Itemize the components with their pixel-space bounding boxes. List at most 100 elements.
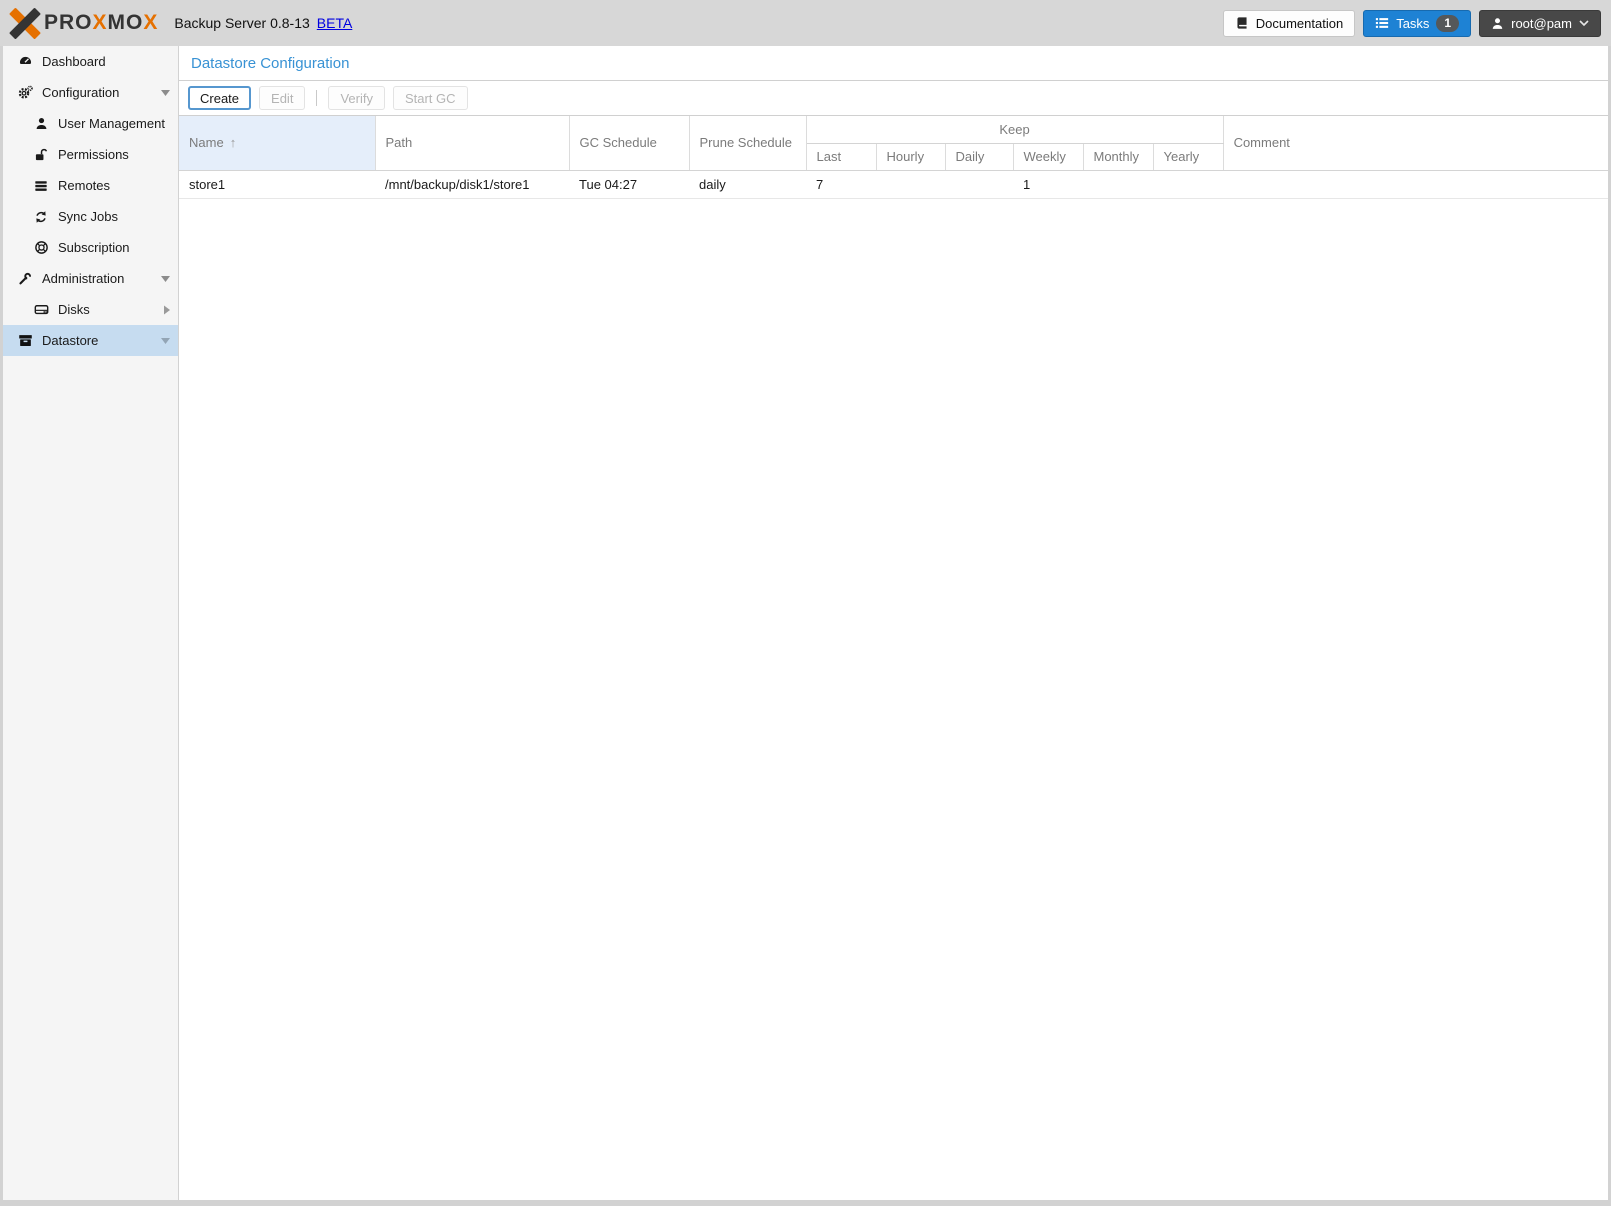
column-header-label: Daily (956, 149, 985, 164)
sidebar-item-disks[interactable]: Disks (3, 294, 178, 325)
documentation-label: Documentation (1256, 16, 1343, 31)
sidebar-item-label: Disks (58, 302, 90, 317)
sidebar-item-label: Datastore (42, 333, 98, 348)
sync-icon (33, 209, 49, 225)
sidebar-item-user-management[interactable]: User Management (3, 108, 178, 139)
column-header-keep-daily[interactable]: Daily (945, 143, 1013, 170)
unlock-icon (33, 147, 49, 163)
column-header-keep-hourly[interactable]: Hourly (876, 143, 945, 170)
column-header-label: Name (189, 135, 224, 150)
start-gc-button[interactable]: Start GC (393, 86, 468, 110)
toolbar: Create Edit Verify Start GC (179, 81, 1608, 116)
column-header-label: Prune Schedule (700, 135, 793, 150)
beta-link[interactable]: BETA (317, 15, 353, 31)
column-header-path[interactable]: Path (375, 116, 569, 170)
logo-part: PRO (44, 11, 93, 34)
column-header-label: Comment (1234, 135, 1290, 150)
cell-gc-schedule: Tue 04:27 (569, 170, 689, 198)
documentation-button[interactable]: Documentation (1223, 10, 1355, 37)
create-button[interactable]: Create (188, 86, 251, 110)
sidebar-nav: Dashboard Configuration (3, 46, 178, 1200)
logo-part: X (143, 11, 158, 34)
sidebar-item-permissions[interactable]: Permissions (3, 139, 178, 170)
page-title: Datastore Configuration (191, 55, 349, 72)
column-header-keep-weekly[interactable]: Weekly (1013, 143, 1083, 170)
main-panel: Datastore Configuration Create Edit Veri… (178, 46, 1608, 1200)
gauge-icon (17, 54, 33, 70)
proxmox-logo: PROXMOX (10, 8, 158, 38)
column-header-comment[interactable]: Comment (1223, 116, 1608, 170)
cell-comment (1223, 170, 1608, 198)
table-row-store1[interactable]: store1 /mnt/backup/disk1/store1 Tue 04:2… (179, 170, 1608, 198)
chevron-down-icon[interactable] (161, 338, 170, 344)
tasks-count-badge: 1 (1436, 15, 1459, 32)
sidebar-item-label: Administration (42, 271, 124, 286)
cell-prune-schedule: daily (689, 170, 806, 198)
user-label: root@pam (1511, 16, 1572, 31)
sidebar-item-configuration[interactable]: Configuration (3, 77, 178, 108)
cell-keep-daily (945, 170, 1013, 198)
cell-keep-weekly: 1 (1013, 170, 1083, 198)
column-header-keep-monthly[interactable]: Monthly (1083, 143, 1153, 170)
topbar-actions: Documentation Tasks 1 root@pam (1223, 10, 1601, 37)
sidebar-item-label: Configuration (42, 85, 119, 100)
edit-button[interactable]: Edit (259, 86, 305, 110)
cell-keep-hourly (876, 170, 945, 198)
proxmox-x-logo-icon (10, 8, 40, 38)
column-header-keep-last[interactable]: Last (806, 143, 876, 170)
sort-ascending-icon: ↑ (230, 135, 237, 150)
archive-icon (17, 333, 33, 349)
sidebar-item-datastore[interactable]: Datastore (3, 325, 178, 356)
list-icon (33, 178, 49, 194)
chevron-down-icon (1579, 20, 1589, 27)
column-header-name[interactable]: Name ↑ (179, 116, 375, 170)
column-header-keep-yearly[interactable]: Yearly (1153, 143, 1223, 170)
product-title: Backup Server 0.8-13 (174, 15, 309, 31)
column-header-label: Yearly (1164, 149, 1200, 164)
top-bar: PROXMOX Backup Server 0.8-13 BETA Docume… (0, 0, 1611, 46)
cell-keep-last: 7 (806, 170, 876, 198)
sidebar-item-subscription[interactable]: Subscription (3, 232, 178, 263)
title-bar: Datastore Configuration (179, 46, 1608, 81)
wrench-icon (17, 271, 33, 287)
column-header-label: Last (817, 149, 842, 164)
body: Dashboard Configuration (0, 46, 1611, 1206)
cell-name: store1 (179, 170, 375, 198)
cell-keep-yearly (1153, 170, 1223, 198)
user-menu-button[interactable]: root@pam (1479, 10, 1601, 37)
user-icon (1491, 17, 1504, 30)
column-header-label: Hourly (887, 149, 925, 164)
verify-button[interactable]: Verify (328, 86, 385, 110)
toolbar-separator (316, 90, 317, 106)
column-group-label: Keep (999, 122, 1029, 137)
sidebar-item-remotes[interactable]: Remotes (3, 170, 178, 201)
proxmox-logo-text: PROXMOX (44, 11, 158, 35)
column-header-label: Monthly (1094, 149, 1140, 164)
cell-path: /mnt/backup/disk1/store1 (375, 170, 569, 198)
book-icon (1235, 16, 1249, 30)
column-header-gc-schedule[interactable]: GC Schedule (569, 116, 689, 170)
chevron-down-icon[interactable] (161, 276, 170, 282)
logo-part: MO (108, 11, 144, 34)
cell-keep-monthly (1083, 170, 1153, 198)
sidebar-item-label: Permissions (58, 147, 129, 162)
sidebar-item-label: Remotes (58, 178, 110, 193)
chevron-right-icon[interactable] (164, 305, 170, 314)
column-header-prune-schedule[interactable]: Prune Schedule (689, 116, 806, 170)
hdd-icon (33, 302, 49, 318)
proxmox-backup-server-app: PROXMOX Backup Server 0.8-13 BETA Docume… (0, 0, 1611, 1206)
gears-icon (17, 85, 33, 101)
sidebar-item-dashboard[interactable]: Dashboard (3, 46, 178, 77)
chevron-down-icon[interactable] (161, 90, 170, 96)
column-header-label: GC Schedule (580, 135, 657, 150)
user-icon (33, 116, 49, 132)
sidebar-item-label: Dashboard (42, 54, 106, 69)
sidebar-item-label: Sync Jobs (58, 209, 118, 224)
sidebar-item-administration[interactable]: Administration (3, 263, 178, 294)
column-header-label: Path (386, 135, 413, 150)
tasks-button[interactable]: Tasks 1 (1363, 10, 1471, 37)
tasks-label: Tasks (1396, 16, 1429, 31)
task-list-icon (1375, 16, 1389, 30)
sidebar-item-sync-jobs[interactable]: Sync Jobs (3, 201, 178, 232)
lifering-icon (33, 240, 49, 256)
